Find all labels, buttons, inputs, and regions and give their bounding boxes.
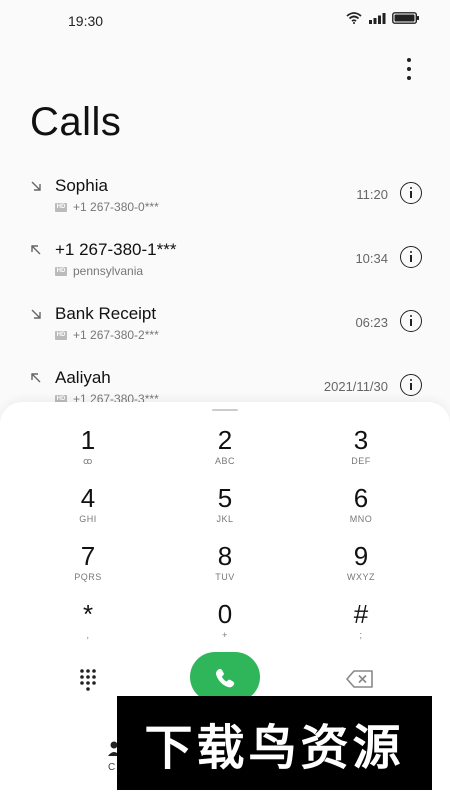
call-detail: pennsylvania	[73, 264, 144, 278]
key-7[interactable]: 7 PQRS	[48, 542, 128, 594]
keypad-row: 4 GHI 5 JKL 6 MNO	[20, 484, 430, 542]
incoming-call-arrow-icon	[31, 181, 41, 191]
key-hash[interactable]: # ;	[321, 600, 401, 652]
key-6[interactable]: 6 MNO	[321, 484, 401, 536]
status-bar: 19:30	[0, 0, 450, 40]
call-time: 2021/11/30	[323, 379, 388, 394]
more-options-button[interactable]	[402, 58, 416, 80]
keypad: 1 ꝏ 2 ABC 3 DEF 4 GHI 5 JKL 6 MNO 7 PQRS…	[20, 426, 430, 658]
call-detail: +1 267-380-2***	[73, 328, 159, 342]
watermark-logo: 下载鸟资源	[117, 696, 432, 790]
phone-icon	[216, 668, 235, 688]
voicemail-icon: ꝏ	[83, 456, 93, 466]
keypad-row: * , 0 + # ;	[20, 600, 430, 658]
call-contact-name: Sophia	[55, 176, 108, 195]
key-3[interactable]: 3 DEF	[321, 426, 401, 478]
keypad-row: 7 PQRS 8 TUV 9 WXYZ	[20, 542, 430, 600]
backspace-icon[interactable]	[345, 668, 375, 690]
key-2[interactable]: 2 ABC	[185, 426, 265, 478]
call-log-item[interactable]: Sophia HD +1 267-380-0*** 11:20	[0, 170, 450, 234]
key-1[interactable]: 1 ꝏ	[48, 426, 128, 478]
watermark-text: 下载鸟资源	[144, 720, 405, 776]
call-detail: +1 267-380-0***	[73, 200, 159, 214]
info-icon[interactable]	[400, 246, 422, 268]
wifi-icon	[346, 12, 362, 24]
outgoing-call-arrow-icon	[31, 245, 41, 255]
call-log-list: Sophia HD +1 267-380-0*** 11:20 +1 267-3…	[0, 170, 450, 426]
page-title: Calls	[30, 100, 122, 144]
call-log-item[interactable]: +1 267-380-1*** HD pennsylvania 10:34	[0, 234, 450, 298]
hd-icon: HD	[55, 202, 67, 212]
info-icon[interactable]	[400, 310, 422, 332]
signal-icon	[369, 13, 386, 24]
bottom-nav-label: C	[108, 762, 116, 773]
key-star[interactable]: * ,	[48, 600, 128, 652]
key-5[interactable]: 5 JKL	[185, 484, 265, 536]
key-9[interactable]: 9 WXYZ	[321, 542, 401, 594]
sheet-drag-handle[interactable]	[212, 409, 238, 411]
call-contact-name: Bank Receipt	[55, 304, 157, 323]
status-time: 19:30	[68, 13, 104, 29]
info-icon[interactable]	[400, 374, 422, 396]
keypad-row: 1 ꝏ 2 ABC 3 DEF	[20, 426, 430, 484]
call-log-item[interactable]: Bank Receipt HD +1 267-380-2*** 06:23	[0, 298, 450, 362]
key-8[interactable]: 8 TUV	[185, 542, 265, 594]
hd-icon: HD	[55, 266, 67, 276]
dialpad-grid-icon[interactable]	[74, 666, 102, 694]
hd-icon: HD	[55, 330, 67, 340]
more-vertical-icon	[407, 58, 411, 62]
call-time: 06:23	[355, 315, 388, 330]
call-button[interactable]	[190, 652, 260, 702]
key-0[interactable]: 0 +	[185, 600, 265, 652]
status-icons	[346, 12, 420, 24]
info-icon[interactable]	[400, 182, 422, 204]
call-contact-name: Aaliyah	[55, 368, 111, 387]
call-time: 10:34	[355, 251, 388, 266]
call-contact-name: +1 267-380-1***	[55, 240, 177, 259]
incoming-call-arrow-icon	[31, 309, 41, 319]
call-time: 11:20	[356, 187, 388, 202]
key-4[interactable]: 4 GHI	[48, 484, 128, 536]
outgoing-call-arrow-icon	[31, 373, 41, 383]
battery-icon	[392, 12, 419, 24]
